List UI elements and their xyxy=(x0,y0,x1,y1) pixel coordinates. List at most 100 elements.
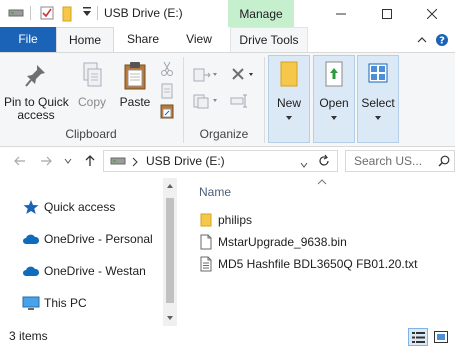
text-file-icon xyxy=(199,256,213,272)
nav-item-quick-access[interactable]: Quick access xyxy=(0,196,160,218)
cut-icon[interactable] xyxy=(160,61,174,80)
search-icon[interactable] xyxy=(438,155,450,170)
nav-label-this-pc: This PC xyxy=(44,296,87,310)
item-count: 3 items xyxy=(9,329,48,343)
new-folder-icon[interactable] xyxy=(62,6,72,25)
nav-item-onedrive-westan[interactable]: OneDrive - Westan xyxy=(0,260,160,282)
paste-label: Paste xyxy=(119,95,151,109)
nav-pane-scrollbar[interactable] xyxy=(163,178,177,326)
status-bar: 3 items xyxy=(0,326,455,348)
scroll-down-icon[interactable] xyxy=(166,315,174,321)
drive-icon xyxy=(8,6,24,23)
clipboard-icon xyxy=(124,62,146,90)
copy-path-icon[interactable] xyxy=(160,83,174,102)
collapse-ribbon-icon[interactable] xyxy=(414,32,430,48)
new-button[interactable]: New xyxy=(268,55,310,143)
pin-label-line-2: access xyxy=(17,108,55,122)
file-name: MstarUpgrade_9638.bin xyxy=(218,235,347,249)
nav-item-this-pc[interactable]: This PC xyxy=(0,292,160,314)
help-icon[interactable]: ? xyxy=(434,32,450,48)
tab-share[interactable]: Share xyxy=(120,27,166,52)
file-row-mstarupgrade[interactable]: MstarUpgrade_9638.bin xyxy=(196,232,451,252)
maximize-button[interactable] xyxy=(364,0,410,27)
navigation-pane: Quick access OneDrive - Personal OneDriv… xyxy=(0,178,163,324)
select-button[interactable]: Select xyxy=(357,55,399,143)
address-bar[interactable]: USB Drive (E:) xyxy=(103,150,338,172)
file-name: philips xyxy=(218,213,253,227)
star-icon xyxy=(22,199,40,215)
sort-ascending-icon xyxy=(317,179,327,185)
folder-icon xyxy=(199,212,213,228)
close-button[interactable] xyxy=(409,0,455,27)
copy-label: Copy xyxy=(77,95,106,109)
nav-label-onedrive-personal: OneDrive - Personal xyxy=(44,232,153,246)
details-view-button[interactable] xyxy=(408,328,428,346)
open-button[interactable]: Open xyxy=(313,55,355,143)
address-history-icon[interactable] xyxy=(300,157,308,171)
copy-button[interactable]: Copy xyxy=(74,61,110,109)
new-folder-large-icon xyxy=(280,61,298,87)
window-title: USB Drive (E:) xyxy=(104,6,183,20)
breadcrumb-location[interactable]: USB Drive (E:) xyxy=(146,154,225,168)
search-box[interactable]: Search US... xyxy=(345,150,455,172)
rename-icon[interactable] xyxy=(230,93,250,112)
large-icons-view-button[interactable] xyxy=(431,328,451,346)
svg-text:?: ? xyxy=(439,36,445,47)
properties-icon[interactable] xyxy=(40,6,54,23)
scrollbar-thumb[interactable] xyxy=(166,198,174,303)
cloud-icon xyxy=(22,263,40,279)
column-header-name[interactable]: Name xyxy=(199,185,231,199)
paste-shortcut-icon[interactable] xyxy=(160,103,174,122)
cloud-icon xyxy=(22,231,40,247)
forward-button[interactable] xyxy=(38,153,54,169)
details-view-icon xyxy=(412,332,425,343)
nav-label-onedrive-westan: OneDrive - Westan xyxy=(44,264,146,278)
nav-label-quick-access: Quick access xyxy=(44,200,116,214)
file-icon xyxy=(199,234,213,250)
breadcrumb-chevron-icon[interactable] xyxy=(132,156,138,170)
computer-icon xyxy=(22,295,40,311)
ribbon-separator-2 xyxy=(264,57,265,143)
tab-file[interactable]: File xyxy=(0,27,56,52)
title-separator xyxy=(97,6,98,20)
copy-icon xyxy=(83,62,102,87)
open-label: Open xyxy=(319,96,349,110)
file-row-md5-hashfile[interactable]: MD5 Hashfile BDL3650Q FB01.20.txt xyxy=(196,254,451,274)
ribbon-body: Pin to Quick access Copy Paste Clipboard… xyxy=(0,52,455,147)
file-name: MD5 Hashfile BDL3650Q FB01.20.txt xyxy=(218,257,418,271)
clipboard-group-label: Clipboard xyxy=(65,127,117,141)
pin-icon xyxy=(25,65,45,87)
copy-to-icon[interactable] xyxy=(192,93,218,112)
large-icons-view-icon xyxy=(434,331,448,343)
select-grid-icon xyxy=(368,63,388,83)
select-dropdown-icon xyxy=(375,116,381,120)
file-list-pane: Name philips MstarUpgrade_9638.bin MD5 H… xyxy=(180,176,455,324)
customize-toolbar-icon[interactable] xyxy=(82,6,92,21)
select-label: Select xyxy=(361,96,395,110)
recent-locations-icon[interactable] xyxy=(60,153,76,169)
pin-to-quick-access-button[interactable]: Pin to Quick access xyxy=(4,61,69,122)
address-drive-icon xyxy=(110,155,126,170)
quick-access-separator xyxy=(30,6,31,20)
scroll-up-icon[interactable] xyxy=(166,183,174,189)
up-button[interactable] xyxy=(82,153,98,169)
delete-icon[interactable] xyxy=(230,67,256,86)
ribbon-tab-strip: File Home Share View Drive Tools ? xyxy=(0,27,455,52)
search-input[interactable]: Search US... xyxy=(354,154,422,168)
back-button[interactable] xyxy=(12,153,28,169)
file-row-philips[interactable]: philips xyxy=(196,210,451,230)
tab-drive-tools[interactable]: Drive Tools xyxy=(230,27,308,52)
manage-context-tab[interactable]: Manage xyxy=(228,0,294,27)
refresh-icon[interactable] xyxy=(317,154,331,171)
organize-group-label: Organize xyxy=(199,127,249,141)
paste-button[interactable]: Paste xyxy=(116,61,154,109)
move-to-icon[interactable] xyxy=(192,67,218,86)
ribbon-separator-1 xyxy=(183,57,184,143)
minimize-button[interactable] xyxy=(318,0,364,27)
properties-large-icon xyxy=(325,61,343,87)
tab-home[interactable]: Home xyxy=(56,27,114,52)
nav-item-onedrive-personal[interactable]: OneDrive - Personal xyxy=(0,228,160,250)
title-bar: USB Drive (E:) Manage xyxy=(0,0,455,27)
tab-view[interactable]: View xyxy=(172,27,226,52)
open-dropdown-icon xyxy=(331,116,337,120)
